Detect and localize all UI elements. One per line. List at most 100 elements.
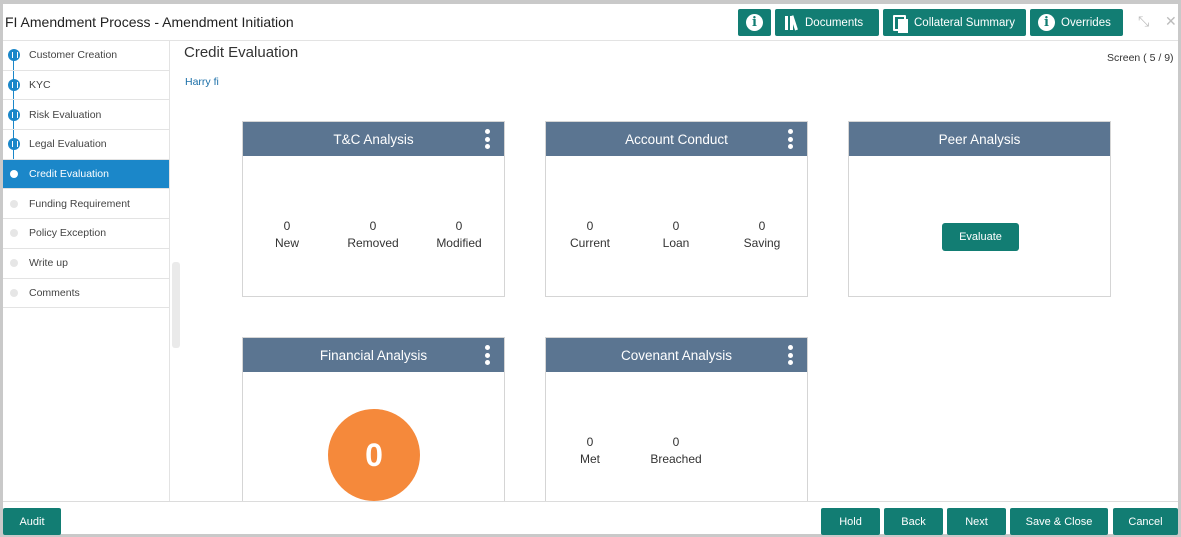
back-button[interactable]: Back (884, 508, 943, 535)
sidebar-step-kyc[interactable]: KYC (3, 71, 169, 101)
card-title: Peer Analysis (938, 131, 1021, 147)
metric-removed: 0 Removed (330, 218, 416, 252)
step-label: Write up (29, 257, 68, 270)
page-title: Credit Evaluation (184, 44, 299, 61)
footer-bar: Audit Hold Back Next Save & Close Cancel (3, 501, 1178, 535)
metric-label: Met (579, 452, 600, 466)
collateral-summary-button[interactable]: Collateral Summary (883, 9, 1026, 36)
metric-label: Breached (650, 452, 702, 466)
sidebar-resize-handle[interactable] (172, 262, 180, 348)
metrics-row: 0 Met 0 Breached (547, 434, 719, 468)
step-pending-icon (10, 199, 18, 208)
sidebar-step-risk-evaluation[interactable]: Risk Evaluation (3, 100, 169, 131)
card-title: Account Conduct (625, 131, 728, 147)
metric-value: 0 (586, 435, 594, 449)
card-header: T&C Analysis (243, 122, 504, 156)
step-pending-icon (10, 229, 18, 238)
overrides-button[interactable]: i Overrides (1030, 9, 1123, 36)
step-label: Credit Evaluation (29, 168, 109, 181)
more-options-icon[interactable] (484, 345, 490, 365)
metric-label: Saving (743, 236, 781, 250)
evaluate-button[interactable]: Evaluate (942, 223, 1019, 251)
card-header: Covenant Analysis (546, 338, 807, 372)
metric-value: 0 (758, 219, 766, 233)
sidebar-step-legal-evaluation[interactable]: Legal Evaluation (3, 130, 169, 160)
step-label: Legal Evaluation (29, 138, 107, 151)
card-title: Financial Analysis (319, 347, 428, 363)
metric-new: 0 New (244, 218, 330, 252)
sidebar-step-funding-requirement[interactable]: Funding Requirement (3, 189, 169, 220)
step-label: Funding Requirement (29, 197, 130, 210)
card-header: Financial Analysis (243, 338, 504, 372)
info-button[interactable]: i (738, 9, 771, 36)
next-button[interactable]: Next (947, 508, 1006, 535)
page-header-title: FI Amendment Process - Amendment Initiat… (5, 14, 294, 30)
card-header: Account Conduct (546, 122, 807, 156)
step-label: Comments (29, 286, 80, 299)
metric-breached: 0 Breached (633, 434, 719, 468)
sidebar-step-write-up[interactable]: Write up (3, 249, 169, 279)
overrides-label: Overrides (1061, 16, 1111, 29)
collateral-summary-label: Collateral Summary (914, 16, 1015, 29)
header-bar: FI Amendment Process - Amendment Initiat… (3, 4, 1178, 41)
overrides-info-icon: i (1038, 14, 1055, 31)
document-copy-icon (893, 14, 908, 33)
metric-value: 0 (672, 435, 680, 449)
card-title: Covenant Analysis (620, 347, 733, 363)
step-done-icon (8, 108, 20, 121)
documents-button[interactable]: Documents (775, 9, 879, 36)
documents-icon (785, 15, 798, 31)
step-done-icon (8, 49, 20, 62)
financial-analysis-card: Financial Analysis 0 (242, 337, 505, 507)
step-label: Customer Creation (29, 49, 118, 62)
metric-saving: 0 Saving (719, 218, 805, 252)
save-close-button[interactable]: Save & Close (1010, 508, 1108, 535)
step-current-icon (10, 170, 18, 179)
process-steps-sidebar: Customer Creation KYC Risk Evaluation Le… (3, 41, 170, 501)
metrics-row: 0 Current 0 Loan 0 Saving (547, 218, 805, 252)
screen-counter: Screen ( 5 / 9) (1107, 52, 1174, 64)
minimize-icon[interactable]: ⤡ (1138, 13, 1149, 30)
more-options-icon[interactable] (787, 345, 793, 365)
documents-label: Documents (805, 16, 864, 29)
card-header: Peer Analysis (849, 122, 1110, 156)
metric-met: 0 Met (547, 434, 633, 468)
metric-value: 0 (369, 219, 377, 233)
metric-modified: 0 Modified (416, 218, 502, 252)
more-options-icon[interactable] (787, 129, 793, 149)
metric-label: Removed (347, 236, 399, 250)
hold-button[interactable]: Hold (821, 508, 880, 535)
card-title: T&C Analysis (333, 131, 414, 147)
metric-value: 0 (283, 219, 291, 233)
account-conduct-card: Account Conduct 0 Current 0 Loan 0 Saving (545, 121, 808, 297)
covenant-analysis-card: Covenant Analysis 0 Met 0 Breached (545, 337, 808, 507)
step-done-icon (8, 138, 20, 151)
financial-score-badge: 0 (328, 409, 420, 501)
step-label: Risk Evaluation (29, 108, 102, 121)
metric-label: Loan (662, 236, 690, 250)
step-pending-icon (10, 259, 18, 268)
close-icon[interactable]: ✕ (1165, 13, 1177, 30)
metric-loan: 0 Loan (633, 218, 719, 252)
sidebar-step-credit-evaluation[interactable]: Credit Evaluation (3, 159, 169, 190)
step-label: KYC (29, 79, 51, 92)
peer-analysis-card: Peer Analysis Evaluate (848, 121, 1111, 297)
info-icon: i (746, 14, 763, 31)
metric-current: 0 Current (547, 218, 633, 252)
audit-button[interactable]: Audit (3, 508, 61, 535)
metric-value: 0 (586, 219, 594, 233)
sidebar-step-policy-exception[interactable]: Policy Exception (3, 219, 169, 249)
sidebar-step-customer-creation[interactable]: Customer Creation (3, 41, 169, 71)
step-label: Policy Exception (29, 227, 107, 240)
metric-value: 0 (455, 219, 463, 233)
more-options-icon[interactable] (484, 129, 490, 149)
step-done-icon (8, 79, 20, 92)
tc-analysis-card: T&C Analysis 0 New 0 Removed 0 Modified (242, 121, 505, 297)
cancel-button[interactable]: Cancel (1113, 508, 1178, 535)
metric-value: 0 (672, 219, 680, 233)
metric-label: Current (569, 236, 610, 250)
sidebar-step-comments[interactable]: Comments (3, 279, 169, 309)
metric-label: New (274, 236, 299, 250)
metrics-row: 0 New 0 Removed 0 Modified (244, 218, 502, 252)
party-name-link[interactable]: Harry fi (185, 76, 219, 88)
